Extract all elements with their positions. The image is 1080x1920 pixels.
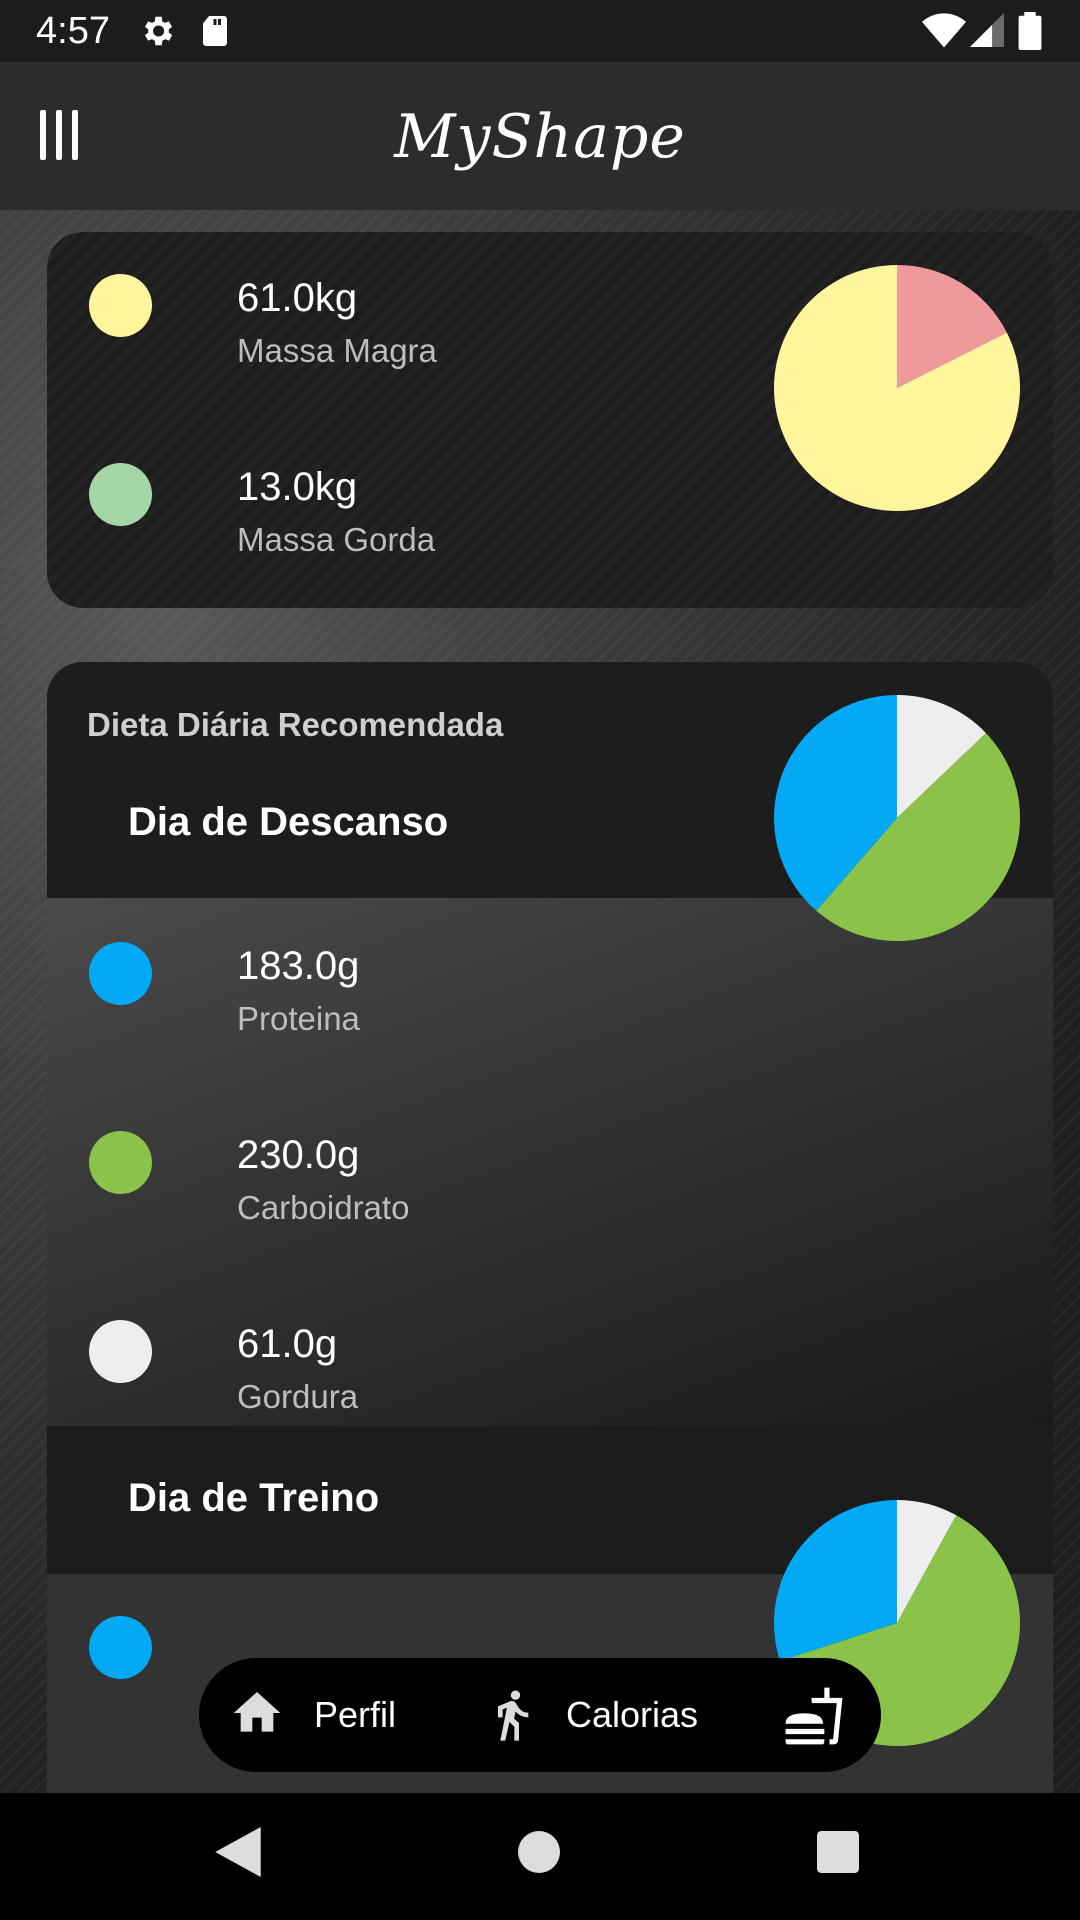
fat-dot [89, 1320, 152, 1383]
home-button[interactable] [518, 1831, 560, 1873]
protein-label: Proteina [237, 1000, 360, 1037]
fat-mass-value: 13.0kg [237, 465, 358, 509]
settings-icon [144, 16, 173, 46]
signal-icon [970, 13, 1004, 47]
diet-card: Dieta Diária Recomendada Dia de Descanso… [47, 662, 1053, 1793]
fat-mass-label: Massa Gorda [237, 521, 436, 558]
sd-card-icon [203, 16, 227, 46]
fat-label: Gordura [237, 1378, 359, 1415]
home-icon [233, 1692, 281, 1732]
recents-button[interactable] [817, 1831, 859, 1873]
body-composition-card: 61.0kg Massa Magra 13.0kg Massa Gorda [47, 232, 1053, 608]
carb-value: 230.0g [237, 1133, 360, 1177]
carb-dot [89, 1131, 152, 1194]
diet-section-title: Dieta Diária Recomendada [87, 706, 504, 743]
protein-dot [89, 942, 152, 1005]
training-protein-dot [89, 1616, 152, 1679]
nav-dieta[interactable] [779, 1658, 859, 1772]
bottom-nav: Perfil Calorias [199, 1658, 881, 1772]
rest-day-pie [774, 695, 1020, 941]
fastfood-icon [785, 1687, 843, 1745]
battery-icon [1018, 12, 1042, 50]
nav-perfil[interactable]: Perfil [229, 1658, 409, 1772]
lean-mass-dot [89, 274, 152, 337]
body-composition-pie [774, 265, 1020, 511]
carb-label: Carboidrato [237, 1189, 410, 1226]
protein-value: 183.0g [237, 944, 360, 988]
training-day-title: Dia de Treino [128, 1476, 380, 1520]
app-bar: MyShape [0, 62, 1080, 210]
nav-calorias-label: Calorias [566, 1694, 699, 1735]
status-bar: 4:57 [0, 0, 1080, 62]
rest-day-list: 183.0g Proteina 230.0g Carboidrato 61.0g… [47, 898, 1053, 1426]
wifi-icon [922, 13, 966, 48]
lean-mass-value: 61.0kg [237, 276, 358, 320]
system-nav-bar [0, 1793, 1080, 1920]
fat-value: 61.0g [237, 1322, 338, 1366]
running-icon [498, 1690, 529, 1741]
fat-mass-dot [89, 463, 152, 526]
nav-perfil-label: Perfil [314, 1694, 397, 1735]
lean-mass-label: Massa Magra [237, 332, 437, 369]
app-title: MyShape [394, 102, 686, 172]
rest-day-title: Dia de Descanso [128, 800, 449, 844]
nav-calorias[interactable]: Calorias [484, 1658, 704, 1772]
back-button[interactable] [215, 1827, 261, 1877]
status-time: 4:57 [36, 10, 110, 52]
